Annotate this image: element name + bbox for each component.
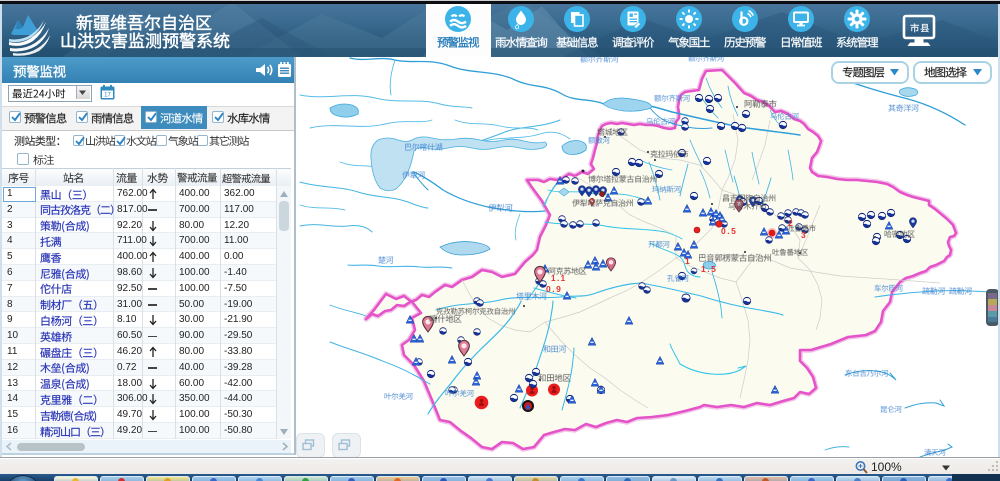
svg-text:2: 2 xyxy=(788,218,794,228)
svg-text:0.5: 0.5 xyxy=(721,226,737,236)
svg-text:1.5: 1.5 xyxy=(701,264,717,274)
svg-text:17: 17 xyxy=(104,93,111,99)
svg-text:0.9: 0.9 xyxy=(546,284,562,294)
svg-text:3: 3 xyxy=(801,230,807,240)
svg-text:1.1: 1.1 xyxy=(551,274,567,283)
svg-text:1: 1 xyxy=(685,256,691,266)
